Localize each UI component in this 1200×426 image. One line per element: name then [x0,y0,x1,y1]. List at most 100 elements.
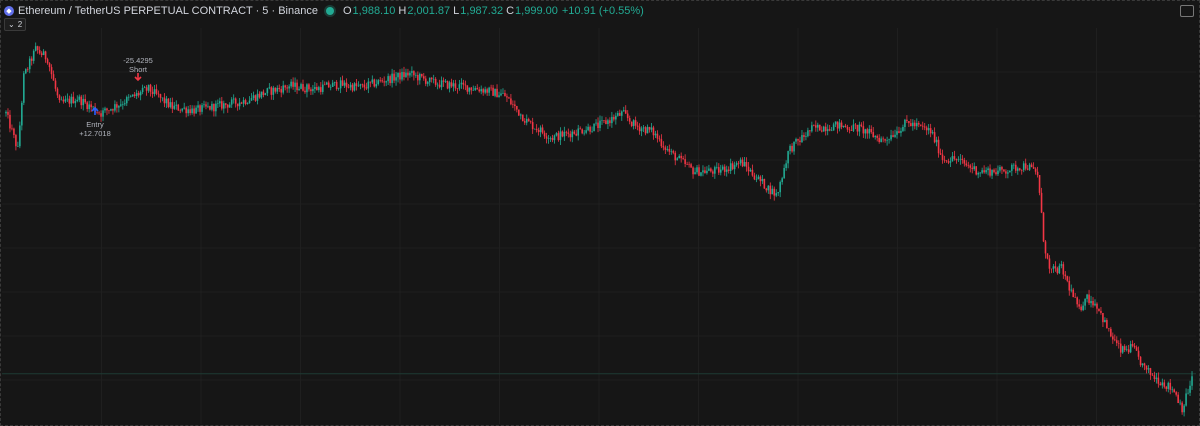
candle-body [537,129,540,133]
short-arrow-icon[interactable] [134,73,142,82]
candle [747,161,750,176]
candle-body [648,126,651,130]
indicators-collapse-button[interactable]: ⌄ 2 [4,18,27,31]
candle [640,126,643,137]
candle-body [949,161,952,163]
candle [664,145,667,155]
candle [1068,276,1071,296]
candle-body [383,81,385,83]
candle [836,121,839,134]
candle-body [1003,169,1005,172]
candle-body [1034,168,1037,172]
candle [84,94,86,105]
candle [890,129,892,142]
candle-body [211,103,213,110]
candle [66,93,69,102]
candle [345,78,348,93]
candle-body [763,178,766,189]
candle [921,121,924,130]
candle-body [254,95,257,101]
candle-body [54,80,57,89]
candle-body [520,114,522,116]
candle [1032,162,1035,169]
candle [603,119,605,124]
candle [751,164,754,177]
candle [763,178,766,189]
candle-body [325,82,328,85]
candle [658,135,661,142]
candle [811,121,813,133]
candle-body [1084,298,1086,306]
candle-body [323,84,326,86]
candle [571,129,574,143]
candle-body [280,89,283,93]
market-status-icon[interactable] [325,7,334,15]
candle [745,157,748,172]
candle-body [268,87,271,89]
candle-body [830,130,833,132]
candle [735,161,738,167]
candle [757,174,760,180]
candle [607,118,609,130]
candle-body [320,87,322,92]
price-change: +10.91 (+0.55%) [561,5,644,17]
candle [700,171,702,177]
candle [50,64,53,79]
candle-body [472,90,475,91]
candle-body [622,110,625,112]
candle-body [13,128,15,136]
candle [957,156,960,163]
candle [941,149,944,164]
candle [355,79,358,91]
candle-body [183,107,185,109]
candle-body [1167,382,1170,389]
candle [502,88,504,95]
candle [42,49,45,56]
candle [1078,299,1080,310]
candle [397,72,399,83]
price-chart[interactable] [0,0,1200,426]
candle-body [882,138,884,140]
candle [248,96,251,104]
candle [981,167,983,175]
candle [375,79,378,89]
maximize-icon[interactable] [1180,5,1194,17]
candle [824,122,827,136]
candle [112,108,114,115]
candle [145,85,148,96]
candle [785,160,787,171]
candle [840,120,843,130]
candle [466,85,469,95]
candle-body [458,84,461,89]
candle-body [771,188,774,195]
candle [638,123,641,135]
candle [761,174,764,185]
candle [207,102,209,109]
short-label: Short [129,65,147,74]
candle [925,125,928,136]
candle [508,96,510,99]
candle-body [775,193,778,196]
candle-body [545,136,548,139]
candle [209,105,211,111]
candle-body [729,163,732,172]
candle-body [1121,346,1124,353]
symbol-title[interactable]: Ethereum / TetherUS PERPETUAL CONTRACT ·… [18,5,318,17]
candle-body [25,69,27,74]
candle [973,162,976,171]
candle-body [11,128,13,130]
candle [1066,275,1069,283]
candle-body [28,58,31,70]
candle [98,111,100,116]
candle [399,69,401,84]
candle [153,85,156,97]
low-value: 1,987.32 [460,5,504,17]
candle-body [1007,172,1009,174]
candle-body [133,94,136,96]
candle-body [626,113,629,119]
candle-body [1080,306,1082,311]
candle-body [92,106,94,108]
candle-body [147,84,150,91]
candle-body [1123,346,1126,350]
candle [696,164,698,175]
